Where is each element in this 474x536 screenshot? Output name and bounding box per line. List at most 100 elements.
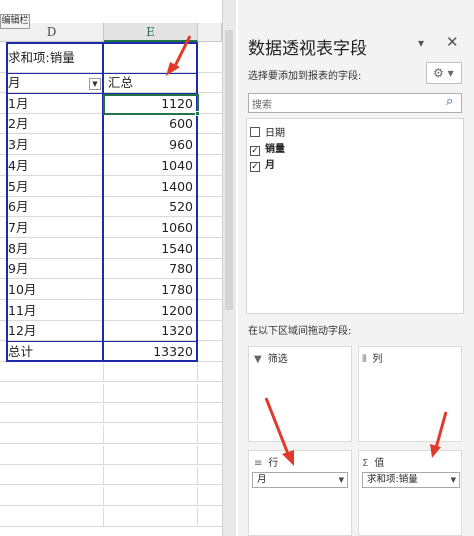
empty-row (0, 362, 222, 382)
cell-e[interactable]: 1780 (104, 280, 198, 300)
worksheet: D E 编辑栏 求和项:销量月汇总 1月 1120 2月 600 3月 960 4月 1040 5… (0, 0, 222, 536)
cell-d[interactable]: 5月 (0, 176, 104, 197)
panel-subtitle: 选择要添加到报表的字段: (248, 71, 362, 82)
cell-d[interactable] (0, 507, 104, 527)
chevron-down-icon[interactable]: ▼ (339, 473, 344, 487)
cell-d[interactable] (0, 424, 104, 444)
formula-bar-tag[interactable]: 编辑栏 (0, 14, 30, 29)
checkbox[interactable]: ✓ (250, 146, 260, 156)
table-row: 4月 1040 (0, 155, 222, 176)
table-row: 2月 600 (0, 114, 222, 135)
cell-e[interactable]: 1060 (104, 217, 198, 238)
panel-title: 数据透视表字段 (248, 39, 367, 59)
table-row: 10月 1780 (0, 280, 222, 300)
scrollbar-thumb[interactable] (225, 30, 233, 310)
rows-area-label: 行 (268, 458, 279, 469)
table-row: 7月 1060 (0, 217, 222, 238)
cell-e[interactable]: 520 (104, 197, 198, 218)
cell-d[interactable]: 12月 (0, 321, 104, 342)
cell-d[interactable]: 7月 (0, 217, 104, 238)
rows-area-title: ≡ 行 (254, 454, 278, 469)
cell-e[interactable] (104, 424, 198, 444)
cell-d[interactable] (0, 466, 104, 486)
checkbox[interactable] (250, 127, 260, 137)
cell-d[interactable]: 求和项:销量 (0, 42, 104, 73)
fill-handle[interactable] (195, 111, 200, 116)
areas-label: 在以下区域间拖动字段: (248, 326, 352, 337)
cell-d[interactable] (0, 404, 104, 424)
field-label: 销量 (265, 144, 285, 155)
cell-e[interactable]: 1540 (104, 238, 198, 259)
table-row: 6月 520 (0, 197, 222, 218)
cell-e[interactable]: 1400 (104, 176, 198, 197)
filter-area-title: ▼ 筛选 (254, 350, 288, 365)
cell-e[interactable] (104, 362, 198, 382)
table-row: 12月 1320 (0, 321, 222, 342)
cell-d[interactable]: 2月 (0, 114, 104, 135)
cell-d[interactable]: 总计 (0, 342, 104, 363)
cell-e[interactable]: 600 (104, 114, 198, 135)
cell-e[interactable] (104, 42, 198, 61)
pivot-total-rule (6, 341, 198, 342)
cell-e[interactable] (104, 404, 198, 424)
cell-d[interactable]: 6月 (0, 197, 104, 218)
cell-e[interactable]: 1200 (104, 300, 198, 321)
cell-d[interactable]: 10月 (0, 280, 104, 300)
empty-row (0, 424, 222, 444)
cell-d[interactable] (0, 362, 104, 382)
columns-icon: ⦀ (362, 354, 367, 365)
empty-row (0, 383, 222, 403)
field-item-month[interactable]: ✓ 月 (250, 159, 275, 173)
cell-d[interactable] (0, 487, 104, 506)
cell-d[interactable]: 4月 (0, 155, 104, 176)
cell-d[interactable]: 11月 (0, 300, 104, 321)
close-icon[interactable]: ✕ (446, 33, 459, 51)
values-area-label: 值 (374, 458, 385, 469)
search-input[interactable] (248, 93, 462, 113)
search-placeholder: 搜索 (252, 100, 272, 111)
cell-d[interactable]: 1月 (0, 93, 104, 114)
pivot-total-row: 总计 13320 (0, 342, 222, 363)
table-row: 8月 1540 (0, 238, 222, 259)
cell-e[interactable] (104, 445, 198, 465)
cell-d[interactable]: 9月 (0, 259, 104, 280)
cell-e[interactable]: 13320 (104, 342, 198, 363)
cell-e[interactable]: 780 (104, 259, 198, 280)
values-area-title: Σ值 (362, 454, 384, 469)
filter-area-label: 筛选 (267, 354, 288, 365)
pivot-column-divider (102, 42, 104, 362)
column-header-f[interactable] (198, 23, 222, 42)
cell-d[interactable]: 8月 (0, 238, 104, 259)
cell-e[interactable] (104, 507, 198, 527)
cell-d[interactable]: 3月 (0, 135, 104, 156)
row-filter-dropdown-icon[interactable]: ▼ (89, 78, 101, 90)
cell-e[interactable] (104, 487, 198, 506)
empty-row (0, 487, 222, 506)
gear-icon[interactable]: ⚙ ▾ (426, 62, 462, 84)
rows-field-chip[interactable]: 月 ▼ (252, 472, 348, 488)
cell-e[interactable]: 汇总 (104, 73, 198, 93)
columns-area-title: ⦀ 列 (362, 350, 382, 365)
chevron-down-icon[interactable]: ▼ (451, 473, 456, 487)
cell-e[interactable]: 960 (104, 135, 198, 156)
search-icon[interactable]: ⌕ (446, 94, 453, 109)
cell-d[interactable] (0, 445, 104, 465)
columns-area-label: 列 (372, 354, 383, 365)
pivot-header-rule (6, 73, 198, 74)
cell-e[interactable]: 1040 (104, 155, 198, 176)
cell-e[interactable] (104, 383, 198, 403)
field-item-date[interactable]: 日期 (250, 127, 285, 141)
filter-icon: ▼ (254, 354, 262, 365)
field-item-sales[interactable]: ✓ 销量 (250, 143, 285, 157)
column-header-e[interactable]: E (104, 23, 198, 42)
values-field-chip[interactable]: 求和项:销量 ▼ (362, 472, 460, 488)
table-row: 11月 1200 (0, 300, 222, 321)
cell-d[interactable] (0, 383, 104, 403)
cell-e[interactable]: 1320 (104, 321, 198, 342)
cell-e[interactable] (104, 466, 198, 486)
checkbox[interactable]: ✓ (250, 162, 260, 172)
empty-row (0, 507, 222, 527)
table-row: 3月 960 (0, 135, 222, 156)
selected-cell[interactable] (103, 94, 199, 115)
chevron-down-icon[interactable]: ▾ (418, 36, 424, 50)
